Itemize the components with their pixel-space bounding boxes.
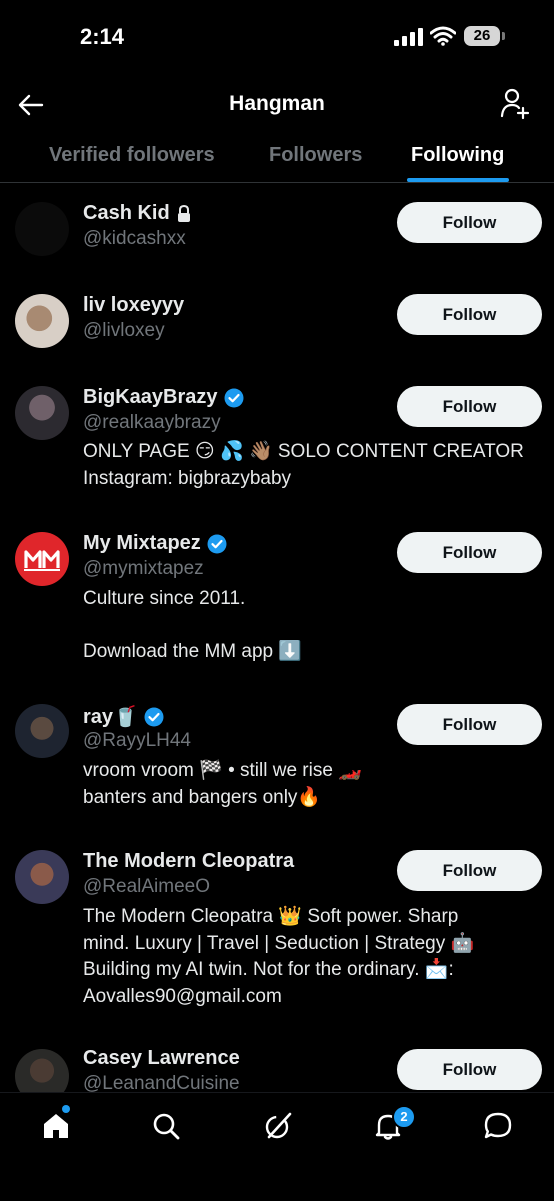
- status-bar: 2:14 26: [0, 0, 554, 74]
- avatar[interactable]: [15, 386, 69, 440]
- user-handle: @RealAimeeO: [83, 876, 210, 897]
- messages-icon[interactable]: [483, 1111, 513, 1141]
- follow-button[interactable]: Follow: [397, 704, 542, 745]
- cellular-signal-icon: [394, 28, 423, 46]
- user-handle: @RayyLH44: [83, 730, 191, 751]
- bottom-navigation: 2: [0, 1092, 554, 1201]
- user-name: ray🥤: [83, 706, 138, 728]
- user-bio: vroom vroom 🏁 • still we rise 🏎️ banters…: [83, 760, 362, 808]
- follow-button[interactable]: Follow: [397, 386, 542, 427]
- mymixtapez-logo-icon: [24, 550, 60, 571]
- home-notification-dot: [62, 1105, 70, 1113]
- verified-badge-icon: [144, 707, 164, 726]
- user-name: The Modern Cleopatra: [83, 850, 295, 872]
- user-name-row: Casey Lawrence: [83, 1047, 240, 1070]
- lock-icon: [177, 204, 190, 222]
- tab-bar: Verified followers Followers Following: [0, 134, 554, 183]
- user-name: Casey Lawrence: [83, 1047, 240, 1069]
- follow-button[interactable]: Follow: [397, 202, 542, 243]
- follow-button[interactable]: Follow: [397, 850, 542, 891]
- page-title: Hangman: [229, 92, 325, 115]
- tab-verified-followers[interactable]: Verified followers: [49, 144, 215, 167]
- follow-button[interactable]: Follow: [397, 532, 542, 573]
- user-name: liv loxeyyy: [83, 294, 185, 316]
- avatar[interactable]: [15, 202, 69, 256]
- user-name-row: The Modern Cleopatra: [83, 850, 294, 873]
- user-handle: @livloxey: [83, 320, 165, 341]
- status-time: 2:14: [80, 24, 125, 49]
- search-icon[interactable]: [151, 1111, 181, 1141]
- user-handle: @mymixtapez: [83, 558, 204, 579]
- avatar[interactable]: [15, 704, 69, 758]
- user-bio: ONLY PAGE 😏 💦 👋🏽 SOLO CONTENT CREATOR In…: [83, 441, 524, 489]
- avatar[interactable]: [15, 294, 69, 348]
- follow-button[interactable]: Follow: [397, 1049, 542, 1090]
- home-icon[interactable]: [41, 1111, 71, 1141]
- notifications-badge: 2: [392, 1105, 416, 1129]
- user-bio: The Modern Cleopatra 👑 Soft power. Sharp…: [83, 906, 475, 1007]
- verified-badge-icon: [224, 388, 244, 407]
- user-name-row: BigKaayBrazy: [83, 386, 244, 409]
- user-name-row: My Mixtapez: [83, 532, 227, 555]
- user-name: Cash Kid: [83, 202, 170, 224]
- user-handle: @kidcashxx: [83, 228, 186, 249]
- user-name-row: liv loxeyyy: [83, 294, 184, 317]
- user-name: BigKaayBrazy: [83, 386, 218, 408]
- active-tab-indicator: [407, 178, 509, 182]
- user-name-row: ray🥤: [83, 704, 164, 729]
- verified-badge-icon: [207, 534, 227, 553]
- wifi-icon: [430, 26, 456, 46]
- user-handle: @realkaaybrazy: [83, 412, 221, 433]
- user-bio: Culture since 2011. Download the MM app …: [83, 588, 303, 662]
- avatar[interactable]: [15, 532, 69, 586]
- user-name: My Mixtapez: [83, 532, 201, 554]
- top-bar: Hangman: [0, 74, 554, 134]
- tab-followers[interactable]: Followers: [269, 144, 362, 167]
- user-name-row: Cash Kid: [83, 202, 192, 225]
- battery-level: 26: [473, 27, 491, 44]
- follow-button[interactable]: Follow: [397, 294, 542, 335]
- tab-following[interactable]: Following: [411, 144, 504, 167]
- add-user-icon[interactable]: [500, 88, 530, 120]
- battery-icon: 26: [464, 26, 506, 48]
- avatar[interactable]: [15, 850, 69, 904]
- grok-icon[interactable]: [263, 1111, 293, 1141]
